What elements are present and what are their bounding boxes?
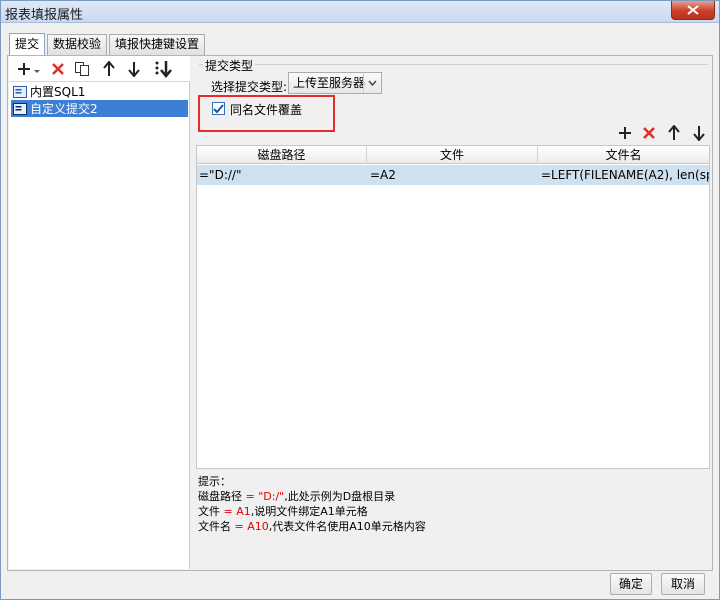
tab-data-validation[interactable]: 数据校验 bbox=[47, 34, 108, 55]
move-down-icon bbox=[693, 126, 705, 141]
grid-header: 磁盘路径 文件 文件名 bbox=[197, 146, 709, 164]
tree-item-builtin-sql[interactable]: 内置SQL1 bbox=[11, 83, 188, 100]
row-down-button[interactable] bbox=[689, 123, 709, 143]
column-header-filename[interactable]: 文件名 bbox=[538, 146, 709, 164]
title-bar: 报表填报属性 bbox=[1, 1, 719, 23]
submit-type-label: 选择提交类型: bbox=[211, 80, 288, 94]
column-header-file[interactable]: 文件 bbox=[367, 146, 538, 164]
move-up-icon bbox=[103, 61, 115, 76]
overwrite-checkbox[interactable] bbox=[212, 102, 225, 115]
hint-text: 提示： 磁盘路径 = "D:/",此处示例为D盘根目录 文件 = A1,说明文件… bbox=[198, 474, 708, 534]
dialog-window: 报表填报属性 提交 数据校验 填报快捷键设置 内置SQL1 自定义提交2 提交类… bbox=[0, 0, 720, 600]
chevron-down-icon bbox=[363, 73, 381, 93]
hint-line-filename: 文件名 = A10,代表文件名使用A10单元格内容 bbox=[198, 520, 426, 533]
submit-type-select[interactable]: 上传至服务器 bbox=[288, 72, 382, 94]
overwrite-label: 同名文件覆盖 bbox=[230, 103, 303, 117]
tab-submit[interactable]: 提交 bbox=[9, 33, 46, 55]
tree-item-custom-submit[interactable]: 自定义提交2 bbox=[11, 100, 188, 117]
cell-file[interactable]: =A2 bbox=[368, 165, 538, 185]
move-down-icon bbox=[128, 62, 140, 77]
close-button[interactable] bbox=[671, 1, 715, 20]
submit-item-icon bbox=[13, 102, 27, 115]
row-up-button[interactable] bbox=[664, 123, 684, 143]
submit-settings-panel: 提交类型 选择提交类型: 上传至服务器 同名文件覆盖 磁盘路径 文件 文件名 =… bbox=[195, 56, 712, 569]
move-to-bottom-button[interactable] bbox=[151, 59, 175, 79]
submit-list-panel: 内置SQL1 自定义提交2 bbox=[9, 56, 190, 569]
table-row[interactable]: ="D://" =A2 =LEFT(FILENAME(A2), len(spli… bbox=[197, 165, 709, 185]
column-header-disk-path[interactable]: 磁盘路径 bbox=[197, 146, 367, 164]
tab-shortcut-settings[interactable]: 填报快捷键设置 bbox=[109, 34, 206, 55]
delete-icon bbox=[52, 63, 64, 75]
hint-title: 提示： bbox=[198, 475, 231, 488]
submit-item-icon bbox=[13, 85, 27, 98]
tree-item-label: 内置SQL1 bbox=[30, 85, 86, 99]
file-mapping-grid: 磁盘路径 文件 文件名 ="D://" =A2 =LEFT(FILENAME(A… bbox=[196, 145, 710, 469]
move-up-button[interactable] bbox=[99, 59, 119, 79]
copy-button[interactable] bbox=[72, 59, 92, 79]
tree-item-label: 自定义提交2 bbox=[30, 102, 98, 116]
add-row-button[interactable] bbox=[615, 123, 635, 143]
cancel-button[interactable]: 取消 bbox=[661, 573, 705, 595]
close-icon bbox=[687, 5, 699, 15]
ok-button[interactable]: 确定 bbox=[610, 573, 652, 595]
move-up-icon bbox=[668, 125, 680, 140]
cell-filename[interactable]: =LEFT(FILENAME(A2), len(spli... bbox=[539, 165, 709, 185]
window-title: 报表填报属性 bbox=[5, 8, 84, 23]
group-divider bbox=[199, 64, 708, 65]
delete-button[interactable] bbox=[48, 59, 68, 79]
move-to-bottom-icon bbox=[155, 61, 172, 78]
checkmark-icon bbox=[213, 103, 224, 113]
submit-type-group-label: 提交类型 bbox=[203, 57, 256, 74]
left-toolbar bbox=[9, 56, 190, 82]
cell-disk-path[interactable]: ="D://" bbox=[197, 165, 367, 185]
move-down-button[interactable] bbox=[124, 59, 144, 79]
copy-icon bbox=[75, 62, 89, 76]
add-button[interactable] bbox=[15, 59, 43, 79]
add-icon bbox=[619, 127, 631, 139]
tab-bar: 提交 数据校验 填报快捷键设置 bbox=[9, 33, 207, 55]
delete-row-button[interactable] bbox=[639, 123, 659, 143]
hint-line-disk-path: 磁盘路径 = "D:/",此处示例为D盘根目录 bbox=[198, 490, 396, 503]
hint-line-file: 文件 = A1,说明文件绑定A1单元格 bbox=[198, 505, 368, 518]
delete-icon bbox=[643, 127, 655, 139]
grid-toolbar bbox=[613, 120, 711, 142]
add-icon bbox=[18, 63, 40, 75]
submit-type-value: 上传至服务器 bbox=[293, 76, 366, 90]
